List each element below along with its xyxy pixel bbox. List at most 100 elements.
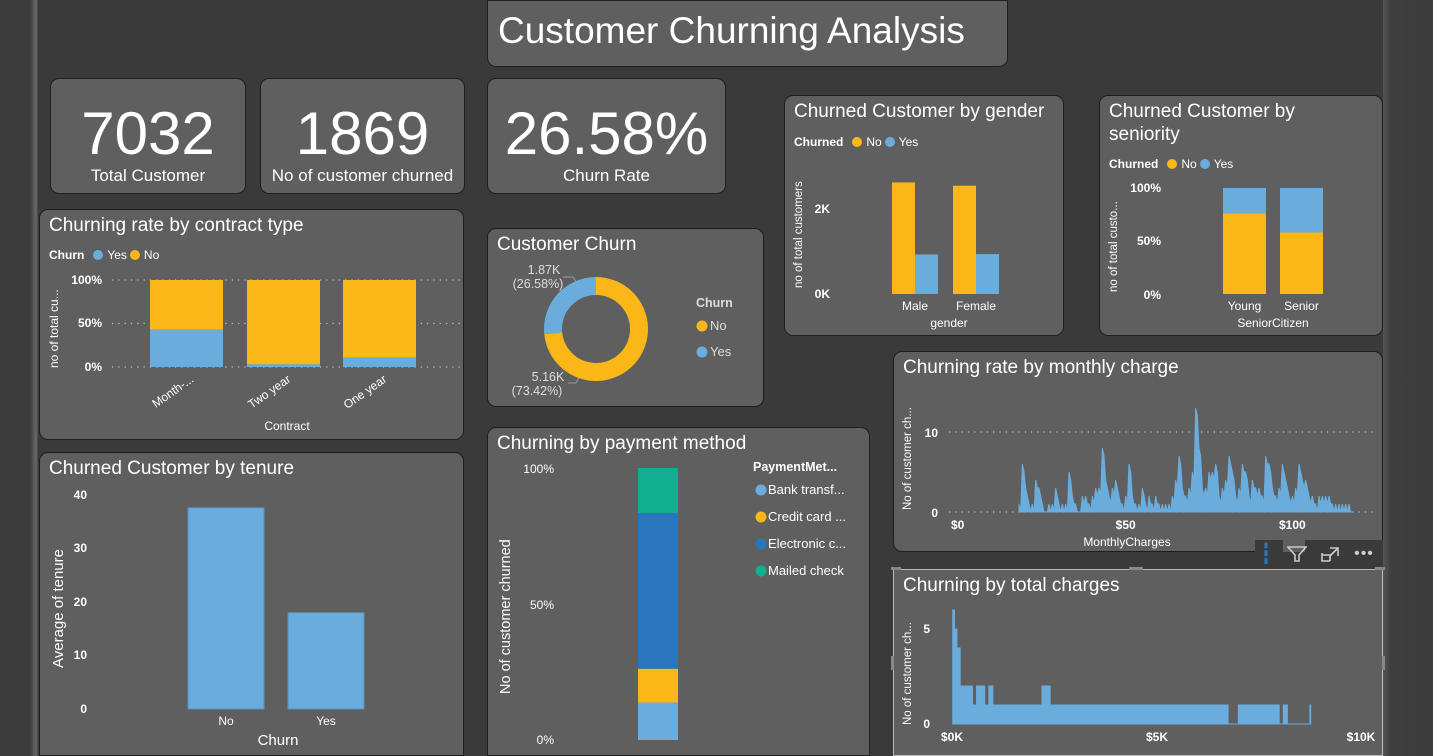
- y-axis-title: No of customer ch...: [902, 622, 914, 725]
- kpi-label: Total Customer: [90, 166, 206, 185]
- segment-credit-card[interactable]: [638, 668, 678, 703]
- leader-line: [568, 376, 580, 384]
- legend-dot-credit-card: [755, 511, 767, 523]
- legend-item-credit-card[interactable]: Credit card ...: [768, 509, 846, 524]
- y-tick: 2K: [815, 202, 831, 216]
- bar-yes-0[interactable]: [150, 329, 223, 367]
- y-tick: 0: [931, 506, 938, 520]
- bar-no-male[interactable]: [892, 182, 915, 294]
- x-tick: $50: [1116, 518, 1136, 532]
- kpi-total-customer[interactable]: 7032 Total Customer: [50, 78, 246, 194]
- filter-icon[interactable]: [1285, 540, 1309, 567]
- tenure-chart-plot: Average of tenure 40 30 20 10 0 Churn No…: [50, 488, 365, 749]
- x-tick: $100: [1279, 518, 1306, 532]
- x-tick: Young: [1228, 299, 1262, 313]
- legend-item-bank-transfer[interactable]: Bank transf...: [768, 482, 845, 497]
- y-tick: 5: [923, 622, 930, 636]
- legend-dot-no: [696, 320, 708, 332]
- x-axis-title: Churn: [258, 732, 299, 749]
- kpi-label: No of customer churned: [271, 166, 454, 185]
- gender-chart-card[interactable]: Churned Customer by gender Churned No Ye…: [784, 95, 1064, 336]
- bar-no-1[interactable]: [247, 280, 320, 365]
- segment-mailed-check[interactable]: [638, 468, 678, 513]
- legend-title: Churn: [696, 296, 733, 310]
- monthly-charge-chart-card[interactable]: Churning rate by monthly charge No of cu…: [893, 351, 1383, 552]
- seniority-chart-card[interactable]: Churned Customer by seniority Churned No…: [1099, 95, 1383, 336]
- dashboard-title-card: Customer Churning Analysis: [487, 0, 1008, 67]
- bar-yes-senior[interactable]: [1280, 188, 1323, 233]
- bar-no[interactable]: [187, 507, 265, 710]
- info-icon[interactable]: ┇: [1255, 540, 1277, 567]
- total-charges-area-series[interactable]: [952, 609, 1312, 725]
- y-tick: 100%: [71, 273, 102, 287]
- total-charges-chart-card[interactable]: Churning by total charges No of customer…: [893, 569, 1383, 756]
- gender-chart-plot: no of total customers 2K 0K gender Male F…: [793, 181, 999, 330]
- monthly-charge-plot: No of customer ch... 10 0 MonthlyCharges…: [902, 407, 1377, 549]
- bar-yes-young[interactable]: [1223, 188, 1266, 214]
- visual-header-toolbar: ┇ •••: [1255, 540, 1383, 567]
- kpi-customers-churned[interactable]: 1869 No of customer churned: [260, 78, 465, 194]
- x-tick: No: [218, 714, 234, 728]
- kpi-value: 1869: [295, 100, 430, 167]
- y-tick: 10: [74, 648, 88, 662]
- y-tick: 0: [80, 702, 87, 716]
- y-axis-title: No of customer churned: [498, 539, 514, 694]
- focus-mode-icon[interactable]: [1317, 540, 1343, 567]
- x-tick: $0: [951, 518, 965, 532]
- legend-item-yes[interactable]: Yes: [710, 344, 732, 359]
- bar-no-senior[interactable]: [1280, 232, 1323, 294]
- x-tick: $10K: [1347, 730, 1376, 744]
- bar-yes-female[interactable]: [976, 254, 999, 294]
- x-tick: $5K: [1146, 730, 1168, 744]
- legend-dot-bank-transfer: [755, 484, 767, 496]
- bar-no-female[interactable]: [953, 185, 976, 294]
- donut-label-no-value: 5.16K: [532, 370, 565, 384]
- contract-chart-plot: no of total cu... 100% 50% 0% Contract M…: [47, 273, 460, 433]
- legend-item-mailed-check[interactable]: Mailed check: [768, 563, 844, 578]
- bar-no-2[interactable]: [343, 280, 416, 358]
- y-axis-title: no of total customers: [793, 181, 805, 288]
- bar-yes-2[interactable]: [343, 357, 416, 367]
- y-tick: 0K: [815, 287, 831, 301]
- donut-label-yes-value: 1.87K: [528, 263, 561, 277]
- y-axis-title: no of total cu...: [47, 289, 61, 368]
- kpi-churn-rate[interactable]: 26.58% Churn Rate: [487, 78, 726, 194]
- y-tick: 0: [923, 717, 930, 731]
- bar-yes-male[interactable]: [915, 254, 938, 294]
- y-tick: 40: [74, 488, 88, 502]
- legend-item-no[interactable]: No: [710, 318, 727, 333]
- donut-plot: 1.87K (26.58%) 5.16K (73.42%) Churn No Y…: [512, 263, 733, 398]
- payment-method-plot: No of customer churned 100% 50% 0% Payme…: [498, 460, 846, 747]
- legend-item-electronic-check[interactable]: Electronic c...: [768, 536, 846, 551]
- seniority-chart-plot: no of total custo... 100% 50% 0% SeniorC…: [1108, 181, 1323, 330]
- y-axis-title: No of customer ch...: [902, 407, 914, 510]
- bar-yes[interactable]: [287, 612, 365, 710]
- x-tick: Yes: [316, 714, 336, 728]
- x-tick: Male: [902, 299, 928, 313]
- segment-electronic-check[interactable]: [638, 512, 678, 669]
- customer-churn-donut-card[interactable]: Customer Churn 1.87K (26.58%) 5.16K (73.…: [487, 228, 764, 407]
- x-tick: One year: [341, 372, 389, 412]
- segment-bank-transfer[interactable]: [638, 702, 678, 740]
- y-tick: 100%: [1130, 181, 1161, 195]
- bar-yes-1[interactable]: [247, 364, 320, 367]
- report-left-gutter: [0, 0, 38, 756]
- monthly-area-series[interactable]: [1018, 407, 1354, 513]
- legend-title: PaymentMet...: [753, 460, 837, 474]
- y-tick: 0%: [1144, 288, 1162, 302]
- x-tick: Month-...: [149, 372, 196, 411]
- y-tick: 0%: [537, 733, 555, 747]
- legend-dot-yes: [696, 346, 708, 358]
- x-tick: Two year: [245, 372, 293, 411]
- tenure-chart-card[interactable]: Churned Customer by tenure Average of te…: [39, 452, 464, 756]
- y-tick: 0%: [85, 360, 103, 374]
- bar-no-young[interactable]: [1223, 213, 1266, 294]
- bar-no-0[interactable]: [150, 280, 223, 330]
- contract-chart-card[interactable]: Churning rate by contract type Churn Yes…: [39, 209, 464, 440]
- y-tick: 30: [74, 541, 88, 555]
- legend-dot-electronic-check: [755, 538, 767, 550]
- donut-label-yes-pct: (26.58%): [513, 277, 564, 291]
- more-options-icon[interactable]: •••: [1349, 540, 1379, 567]
- donut-label-no-pct: (73.42%): [512, 384, 563, 398]
- payment-method-chart-card[interactable]: Churning by payment method No of custome…: [487, 427, 870, 756]
